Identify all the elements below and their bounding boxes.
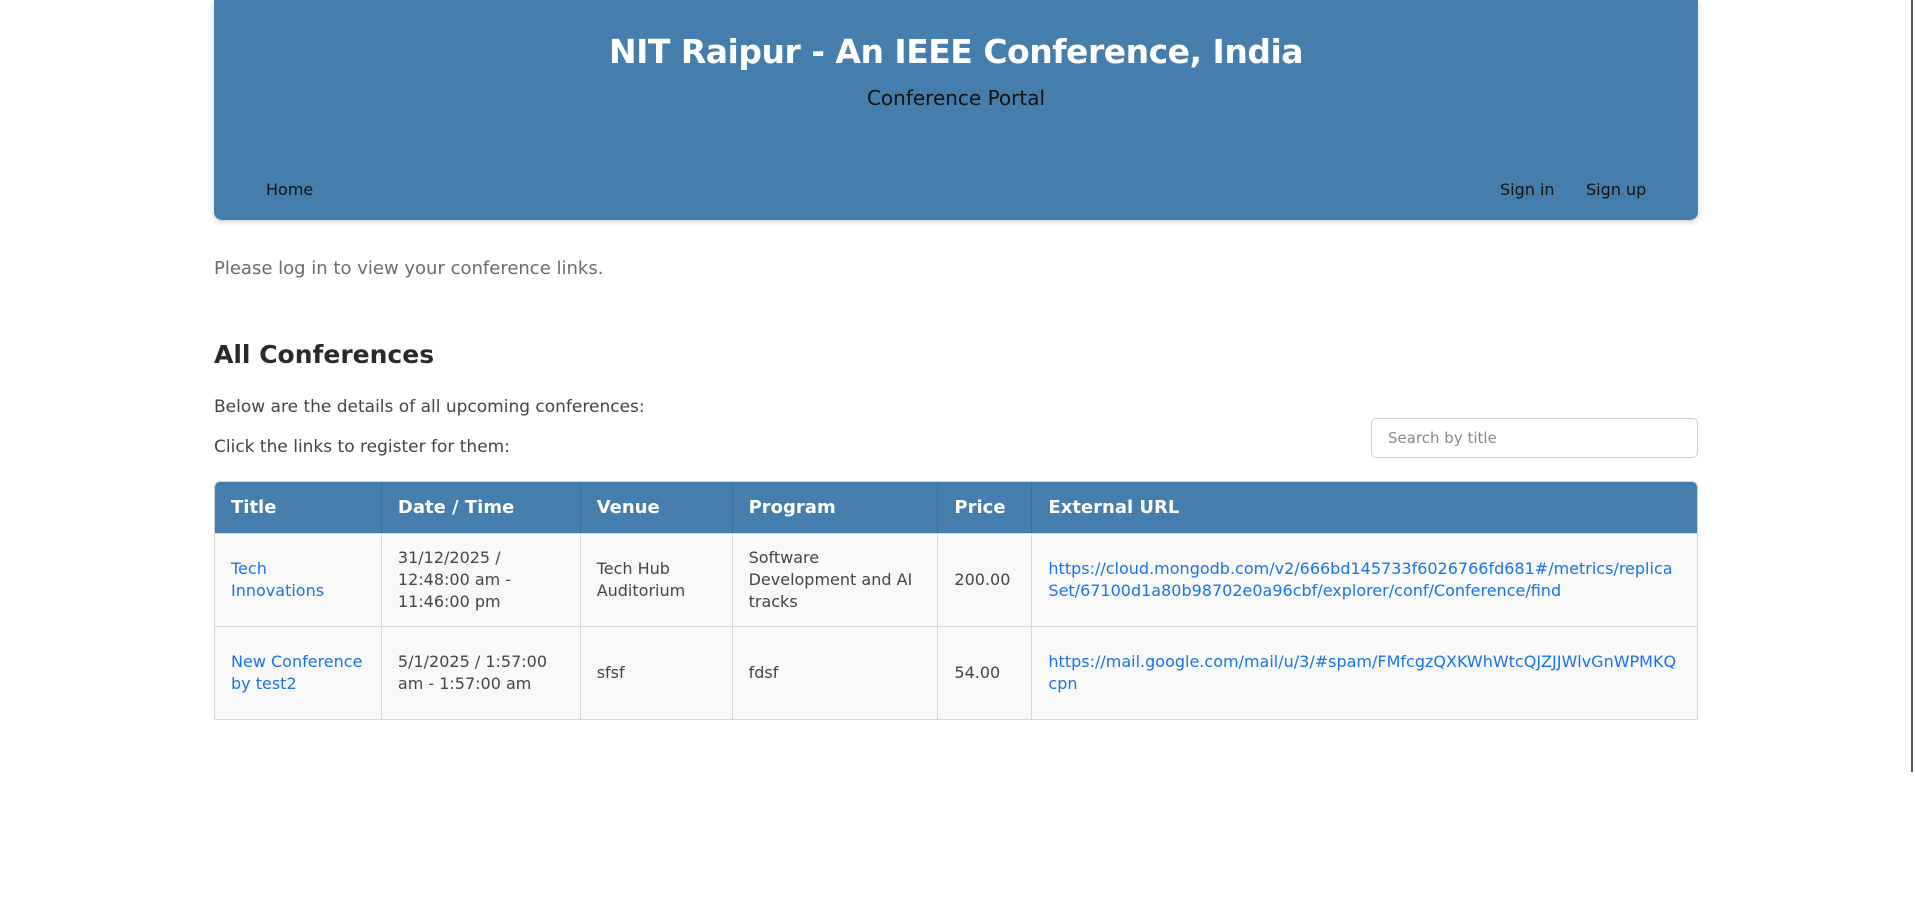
login-message: Please log in to view your conference li… [214, 258, 604, 279]
cell-program: Software Development and AI tracks [732, 533, 939, 626]
cell-datetime: 31/12/2025 / 12:48:00 am - 11:46:00 pm [381, 533, 581, 626]
conferences-table: Title Date / Time Venue Program Price Ex… [214, 481, 1698, 720]
search-input[interactable] [1371, 418, 1698, 458]
conference-title-link[interactable]: Tech Innovations [231, 559, 324, 600]
cell-external-url: https://cloud.mongodb.com/v2/666bd145733… [1032, 533, 1697, 626]
nav-sign-in-link[interactable]: Sign in [1500, 180, 1555, 199]
column-header-title: Title [215, 482, 382, 533]
section-title: All Conferences [214, 340, 435, 369]
cell-title: New Conference by test2 [215, 626, 382, 719]
register-instruction: Click the links to register for them: [214, 437, 510, 457]
scrollbar[interactable] [1911, 0, 1915, 907]
site-header: NIT Raipur - An IEEE Conference, India C… [214, 0, 1698, 220]
column-header-external-url: External URL [1032, 482, 1697, 533]
external-url-link[interactable]: https://cloud.mongodb.com/v2/666bd145733… [1048, 559, 1672, 600]
scrollbar-thumb[interactable] [1911, 0, 1913, 772]
conference-title-link[interactable]: New Conference by test2 [231, 652, 362, 693]
page: NIT Raipur - An IEEE Conference, India C… [0, 0, 1915, 907]
cell-datetime: 5/1/2025 / 1:57:00 am - 1:57:00 am [381, 626, 581, 719]
site-subtitle: Conference Portal [866, 86, 1046, 110]
cell-venue: Tech Hub Auditorium [580, 533, 733, 626]
cell-price: 54.00 [938, 626, 1033, 719]
main-container: NIT Raipur - An IEEE Conference, India C… [214, 0, 1698, 720]
nav-home-link[interactable]: Home [266, 180, 313, 199]
site-title: NIT Raipur - An IEEE Conference, India [608, 32, 1304, 71]
nav-sign-up-link[interactable]: Sign up [1586, 180, 1646, 199]
column-header-program: Program [732, 482, 939, 533]
column-header-venue: Venue [580, 482, 733, 533]
cell-price: 200.00 [938, 533, 1033, 626]
conferences-description: Below are the details of all upcoming co… [214, 397, 645, 417]
table-header-row: Title Date / Time Venue Program Price Ex… [215, 482, 1697, 533]
column-header-price: Price [938, 482, 1033, 533]
external-url-link[interactable]: https://mail.google.com/mail/u/3/#spam/F… [1048, 652, 1676, 693]
column-header-datetime: Date / Time [381, 482, 581, 533]
cell-venue: sfsf [580, 626, 733, 719]
cell-title: Tech Innovations [215, 533, 382, 626]
table-row: New Conference by test2 5/1/2025 / 1:57:… [215, 626, 1697, 719]
cell-program: fdsf [732, 626, 939, 719]
table-row: Tech Innovations 31/12/2025 / 12:48:00 a… [215, 533, 1697, 626]
cell-external-url: https://mail.google.com/mail/u/3/#spam/F… [1032, 626, 1697, 719]
